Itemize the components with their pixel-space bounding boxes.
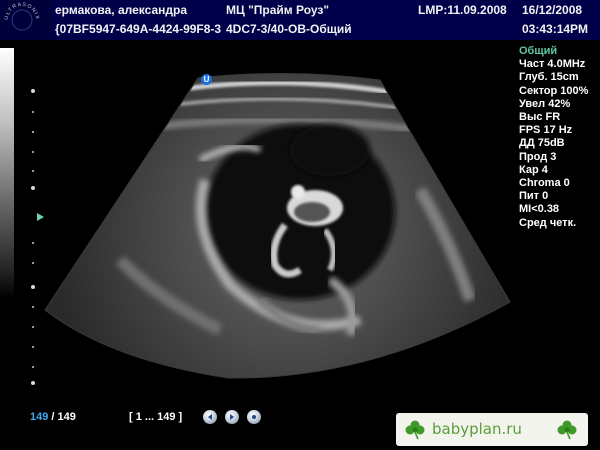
param-sector: Сектор 100% bbox=[519, 84, 589, 97]
param-persistence: Прод 3 bbox=[519, 150, 557, 163]
patient-name: ермакова, александра bbox=[55, 3, 187, 17]
clinic-name: МЦ "Прайм Роуз" bbox=[226, 3, 330, 17]
param-mode: Общий bbox=[519, 45, 558, 57]
param-clarity: Сред четк. bbox=[519, 216, 577, 229]
exam-time: 03:43:14PM bbox=[522, 22, 589, 36]
param-dynamic-range: ДД 75dB bbox=[519, 137, 565, 150]
triangle-right-icon bbox=[230, 414, 234, 420]
orientation-marker-icon: U bbox=[201, 74, 212, 85]
frame-counter: 149 / 149 bbox=[30, 411, 76, 423]
param-map: Кар 4 bbox=[519, 163, 548, 176]
current-frame: 149 bbox=[30, 411, 49, 423]
header-bar: ULTRASONIX ермакова, александра {07BF594… bbox=[0, 0, 600, 40]
stop-button[interactable] bbox=[247, 410, 261, 424]
clover-icon bbox=[557, 420, 577, 440]
watermark-text: babyplan.ru bbox=[432, 420, 522, 438]
param-chroma: Chroma 0 bbox=[519, 177, 570, 190]
param-frequency: Част 4.0MHz bbox=[519, 58, 586, 71]
param-fps: FPS 17 Hz bbox=[519, 124, 573, 137]
exam-preset: 4DC7-3/40-OB-Общий bbox=[226, 22, 352, 36]
exam-date: 16/12/2008 bbox=[522, 3, 583, 17]
param-power: Пит 0 bbox=[519, 190, 549, 203]
lmp-date: LMP:11.09.2008 bbox=[418, 3, 507, 17]
stop-icon bbox=[252, 415, 256, 419]
ultrasonix-logo: ULTRASONIX bbox=[0, 0, 52, 40]
clover-icon bbox=[405, 420, 425, 440]
total-frames: 149 bbox=[57, 411, 76, 423]
babyplan-watermark: babyplan.ru bbox=[396, 413, 588, 446]
frame-separator: / bbox=[48, 411, 58, 423]
svg-text:ULTRASONIX: ULTRASONIX bbox=[4, 2, 40, 21]
next-frame-button[interactable] bbox=[225, 410, 239, 424]
param-mi: MI<0.38 bbox=[519, 203, 560, 216]
param-depth: Глуб. 15cm bbox=[519, 71, 579, 84]
frame-range: [ 1 ... 149 ] bbox=[129, 411, 183, 423]
patient-id: {07BF5947-649A-4424-99F8-3 bbox=[55, 22, 221, 36]
param-resolution: Выс FR bbox=[519, 111, 561, 124]
triangle-left-icon bbox=[208, 414, 212, 420]
ultrasound-image bbox=[44, 72, 511, 379]
prev-frame-button[interactable] bbox=[203, 410, 217, 424]
param-gain: Увел 42% bbox=[519, 97, 571, 110]
imaging-parameters: Общий Част 4.0MHz Глуб. 15cm Сектор 100%… bbox=[519, 45, 588, 230]
